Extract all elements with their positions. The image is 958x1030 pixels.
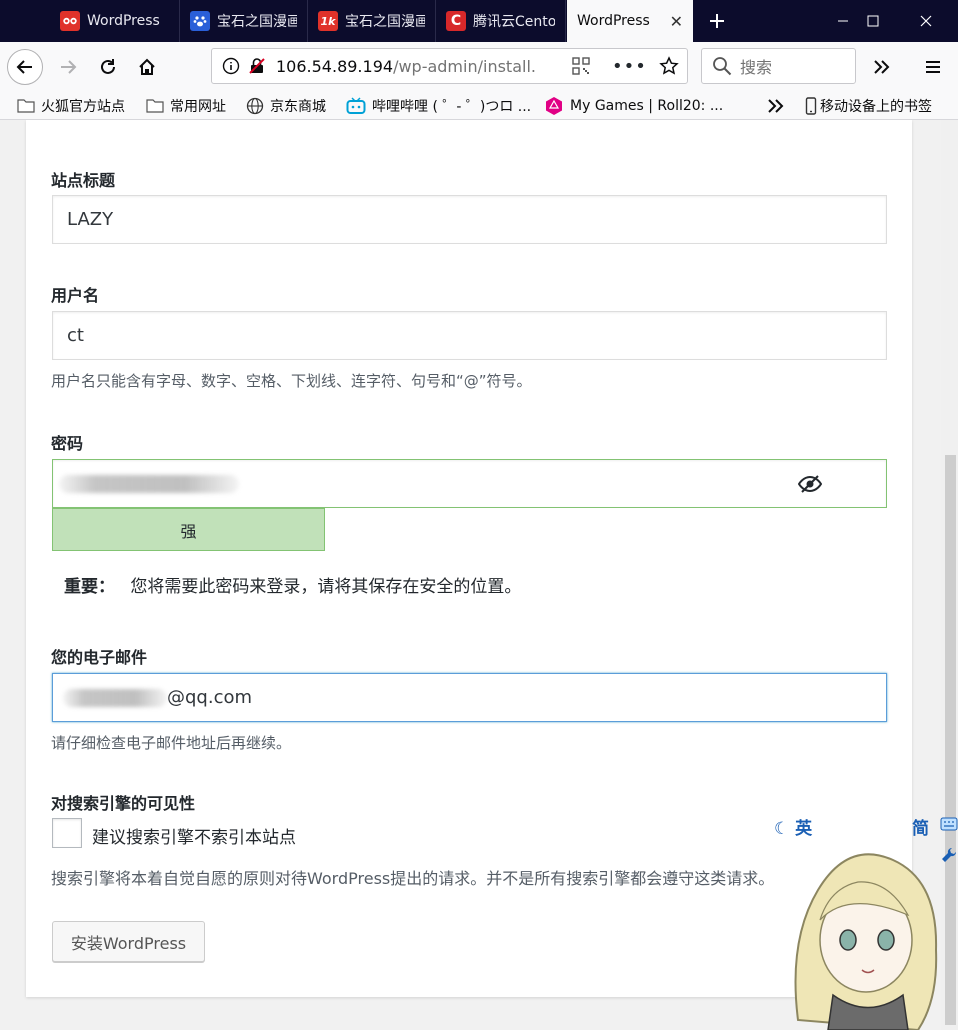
- bilibili-icon: [346, 96, 366, 115]
- double-chevron-icon: [768, 98, 784, 113]
- bookmark-star-icon[interactable]: [659, 56, 679, 76]
- password-value-obscured: [59, 474, 239, 493]
- tab-wordpress-active[interactable]: WordPress ✕: [567, 0, 693, 42]
- discourage-search-engines-checkbox[interactable]: [52, 818, 82, 848]
- bookmarks-toolbar: 火狐官方站点 常用网址 京东商城 哔哩哔哩 ( ゜- ゜)つロ ... My G…: [0, 92, 958, 120]
- folder-icon: [146, 98, 164, 113]
- visibility-hint: 搜索引擎将本着自觉自愿的原则对待WordPress提出的请求。并不是所有搜索引擎…: [51, 869, 775, 888]
- tab-label: 宝石之国漫画: [217, 14, 297, 30]
- forward-button[interactable]: [50, 49, 86, 85]
- bookmarks-overflow-button[interactable]: [767, 92, 785, 119]
- username-hint: 用户名只能含有字母、数字、空格、下划线、连字符、句号和“@”符号。: [51, 372, 532, 390]
- back-button[interactable]: [7, 49, 43, 85]
- search-input[interactable]: 搜索: [701, 48, 856, 84]
- insecure-lock-icon[interactable]: [248, 57, 266, 75]
- bookmark-bilibili[interactable]: 哔哩哔哩 ( ゜- ゜)つロ ...: [346, 92, 531, 119]
- tab-label: WordPress: [577, 13, 650, 29]
- url-path: /wp-admin/install.: [393, 56, 536, 76]
- menu-button[interactable]: [915, 49, 951, 85]
- folder-icon: [17, 98, 35, 113]
- email-input[interactable]: @qq.com: [52, 673, 887, 722]
- hide-password-eye-icon[interactable]: [798, 474, 822, 494]
- password-important-note: 重要： 您将需要此密码来登录，请将其保存在安全的位置。: [64, 572, 521, 597]
- double-chevron-icon: [874, 60, 890, 74]
- baidu-paw-icon: [190, 11, 210, 31]
- ime-toolbar-overlay[interactable]: ☾ 英 简: [770, 810, 958, 1030]
- site-title-value: LAZY: [67, 209, 114, 230]
- navigation-toolbar: 106.54.89.194/wp-admin/install. ••• 搜索: [0, 42, 958, 92]
- bookmark-label: 火狐官方站点: [41, 98, 125, 115]
- close-window-button[interactable]: [903, 0, 949, 42]
- bookmark-roll20[interactable]: My Games | Roll20: ...: [544, 92, 723, 119]
- bookmark-jd[interactable]: 京东商城: [246, 92, 326, 119]
- tab-tencent-cloud[interactable]: C 腾讯云Centos: [436, 0, 566, 42]
- bookmark-label: 京东商城: [270, 98, 326, 115]
- bookmark-mobile[interactable]: 移动设备上的书签: [805, 92, 932, 119]
- password-input[interactable]: [52, 459, 887, 508]
- globe-icon: [246, 97, 264, 115]
- home-icon: [139, 58, 155, 75]
- manhua-1k-icon: 1k: [318, 11, 338, 31]
- title-bar: WordPress 宝石之国漫画 1k 宝石之国漫画 C 腾讯云Centos W…: [0, 0, 958, 42]
- tencent-cloud-icon: C: [446, 11, 466, 31]
- bookmark-label: 移动设备上的书签: [820, 98, 932, 115]
- email-value-obscured: [63, 688, 167, 707]
- address-bar[interactable]: 106.54.89.194/wp-admin/install. •••: [211, 48, 688, 84]
- password-label: 密码: [51, 434, 84, 453]
- qr-code-icon[interactable]: [572, 57, 590, 75]
- bookmark-common-sites[interactable]: 常用网址: [146, 92, 226, 119]
- url-host: 106.54.89.194: [276, 56, 394, 76]
- username-label: 用户名: [51, 286, 100, 305]
- bookmark-label: 常用网址: [170, 98, 226, 115]
- info-icon[interactable]: [222, 57, 240, 75]
- reload-icon: [101, 59, 115, 74]
- home-button[interactable]: [129, 49, 165, 85]
- tab-gem-manga-2[interactable]: 1k 宝石之国漫画: [308, 0, 436, 42]
- email-value-suffix: @qq.com: [167, 687, 253, 708]
- ime-mascot-avatar: [794, 853, 938, 1030]
- tab-wordpress-1[interactable]: WordPress: [50, 0, 180, 42]
- visibility-label: 对搜索引擎的可见性: [51, 794, 196, 813]
- email-label: 您的电子邮件: [51, 648, 148, 667]
- username-input[interactable]: ct: [52, 311, 887, 360]
- hamburger-icon: [926, 61, 940, 73]
- tab-label: 宝石之国漫画: [345, 14, 425, 30]
- site-title-label: 站点标题: [51, 171, 116, 190]
- site-title-input[interactable]: LAZY: [52, 195, 887, 244]
- tab-gem-manga-1[interactable]: 宝石之国漫画: [180, 0, 308, 42]
- close-tab-icon[interactable]: ✕: [660, 12, 683, 31]
- roll20-icon: [544, 96, 564, 116]
- back-arrow-icon: [16, 60, 32, 74]
- install-wordpress-button[interactable]: 安装WordPress: [52, 921, 205, 962]
- bookmark-firefox-site[interactable]: 火狐官方站点: [17, 92, 125, 119]
- password-strength-label: 强: [180, 521, 197, 541]
- discourage-search-engines-label[interactable]: 建议搜索引擎不索引本站点: [92, 823, 296, 848]
- mobile-icon: [805, 96, 817, 115]
- forward-arrow-icon: [61, 60, 77, 74]
- important-text: 您将需要此密码来登录，请将其保存在安全的位置。: [130, 577, 522, 597]
- wordpress-icon: [60, 11, 80, 31]
- email-hint: 请仔细检查电子邮件地址后再继续。: [51, 734, 292, 752]
- new-tab-button[interactable]: [702, 0, 732, 42]
- important-label: 重要：: [64, 577, 115, 597]
- search-icon: [712, 56, 732, 76]
- password-strength-meter: 强: [52, 508, 325, 551]
- maximize-button[interactable]: [850, 0, 896, 42]
- bookmark-label: My Games | Roll20: ...: [570, 97, 724, 114]
- tab-label: WordPress: [87, 13, 160, 29]
- page-actions-icon[interactable]: •••: [612, 56, 647, 77]
- bookmark-label: 哔哩哔哩 ( ゜- ゜)つロ ...: [372, 98, 532, 115]
- search-placeholder: 搜索: [740, 58, 773, 77]
- overflow-chevron-button[interactable]: [864, 49, 900, 85]
- reload-button[interactable]: [90, 49, 126, 85]
- install-button-label: 安装WordPress: [70, 933, 187, 953]
- username-value: ct: [67, 325, 84, 346]
- tab-label: 腾讯云Centos: [473, 14, 555, 30]
